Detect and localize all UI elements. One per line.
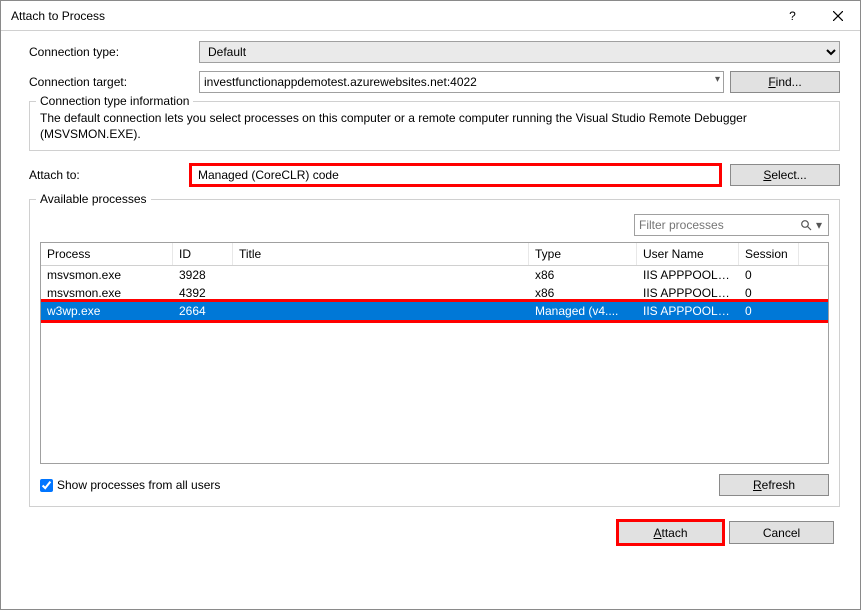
cell-process: w3wp.exe — [41, 302, 173, 320]
cell-user: IIS APPPOOL\mawsF... — [637, 302, 739, 320]
attach-to-label: Attach to: — [29, 168, 189, 182]
show-all-users-checkbox[interactable]: Show processes from all users — [40, 478, 719, 492]
help-button[interactable]: ? — [770, 1, 815, 31]
cell-id: 3928 — [173, 266, 233, 284]
filter-dropdown-icon[interactable]: ▾ — [814, 218, 824, 232]
available-processes-group: Available processes ▾ Process ID Title T… — [29, 199, 840, 507]
cell-process: msvsmon.exe — [41, 284, 173, 302]
cell-id: 2664 — [173, 302, 233, 320]
connection-type-select[interactable]: Default — [199, 41, 840, 63]
cell-process: msvsmon.exe — [41, 266, 173, 284]
table-body: msvsmon.exe3928x86IIS APPPOOL\mawsF...0m… — [41, 266, 828, 320]
col-process[interactable]: Process — [41, 243, 173, 265]
cell-title — [233, 309, 529, 313]
col-type[interactable]: Type — [529, 243, 637, 265]
cell-id: 4392 — [173, 284, 233, 302]
process-table[interactable]: Process ID Title Type User Name Session … — [40, 242, 829, 464]
show-all-users-label: Show processes from all users — [57, 478, 220, 492]
available-processes-legend: Available processes — [36, 192, 151, 206]
attach-to-value: Managed (CoreCLR) code — [198, 168, 339, 182]
cell-user: IIS APPPOOL\mawsF... — [637, 284, 739, 302]
connection-target-label: Connection target: — [29, 75, 199, 89]
cell-title — [233, 291, 529, 295]
col-id[interactable]: ID — [173, 243, 233, 265]
table-header: Process ID Title Type User Name Session — [41, 243, 828, 266]
connection-type-label: Connection type: — [29, 45, 199, 59]
chevron-down-icon[interactable]: ▾ — [715, 74, 720, 85]
filter-processes-box[interactable]: ▾ — [634, 214, 829, 236]
col-user[interactable]: User Name — [637, 243, 739, 265]
cell-type: x86 — [529, 284, 637, 302]
cell-session: 0 — [739, 266, 799, 284]
cell-session: 0 — [739, 284, 799, 302]
cancel-button[interactable]: Cancel — [729, 521, 834, 544]
connection-info-group: Connection type information The default … — [29, 101, 840, 151]
table-row[interactable]: msvsmon.exe3928 x86IIS APPPOOL\mawsF...0 — [41, 266, 828, 284]
close-button[interactable] — [815, 1, 860, 31]
connection-target-input[interactable] — [199, 71, 724, 93]
table-row[interactable]: w3wp.exe2664 Managed (v4....IIS APPPOOL\m… — [41, 302, 828, 320]
cell-type: x86 — [529, 266, 637, 284]
filter-processes-input[interactable] — [639, 218, 798, 232]
dialog-content: Connection type: Default Connection targ… — [1, 31, 860, 554]
table-row[interactable]: msvsmon.exe4392 x86IIS APPPOOL\mawsF...0 — [41, 284, 828, 302]
connection-info-legend: Connection type information — [36, 94, 193, 108]
titlebar: Attach to Process ? — [1, 1, 860, 31]
cell-title — [233, 273, 529, 277]
col-title[interactable]: Title — [233, 243, 529, 265]
select-code-type-button[interactable]: Select... — [730, 164, 840, 186]
find-button[interactable]: Find... — [730, 71, 840, 93]
attach-button[interactable]: Attach — [618, 521, 723, 544]
search-icon — [798, 219, 814, 231]
col-session[interactable]: Session — [739, 243, 799, 265]
cell-session: 0 — [739, 302, 799, 320]
attach-to-value-box: Managed (CoreCLR) code — [189, 163, 722, 187]
cell-user: IIS APPPOOL\mawsF... — [637, 266, 739, 284]
connection-info-text: The default connection lets you select p… — [40, 110, 829, 142]
cell-type: Managed (v4.... — [529, 302, 637, 320]
window-title: Attach to Process — [11, 9, 770, 23]
refresh-button[interactable]: Refresh — [719, 474, 829, 496]
close-icon — [833, 11, 843, 21]
show-all-users-input[interactable] — [40, 479, 53, 492]
